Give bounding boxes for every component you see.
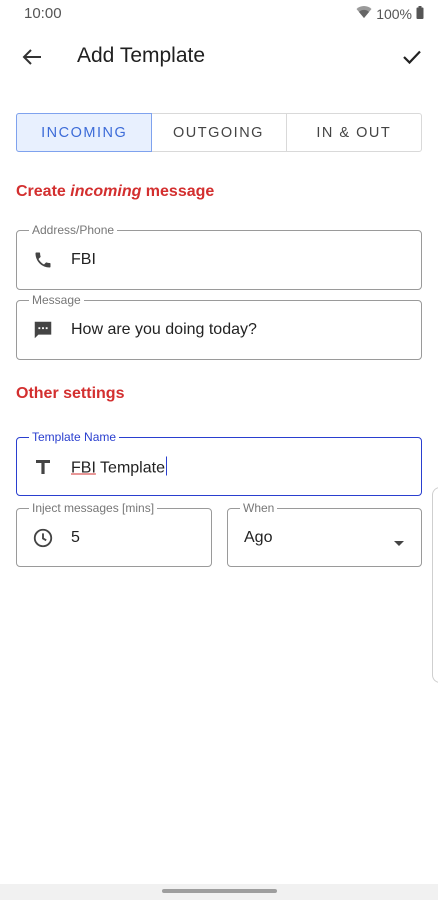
message-label: Message bbox=[29, 293, 84, 307]
address-phone-label: Address/Phone bbox=[29, 223, 118, 237]
battery-icon bbox=[416, 5, 424, 22]
battery-percent: 100% bbox=[376, 5, 412, 22]
dropdown-arrow-icon bbox=[393, 534, 405, 552]
inject-minutes-label: Inject messages [mins] bbox=[29, 501, 158, 515]
address-phone-field[interactable]: Address/Phone FBI bbox=[16, 223, 422, 290]
message-value: How are you doing today? bbox=[71, 321, 257, 338]
address-phone-value: FBI bbox=[71, 251, 96, 268]
inject-minutes-field[interactable]: Inject messages [mins] 5 bbox=[16, 501, 212, 567]
edge-panel-handle[interactable] bbox=[432, 487, 438, 683]
home-gesture-handle[interactable] bbox=[162, 889, 277, 893]
text-caret bbox=[165, 456, 168, 475]
template-name-field[interactable]: Template Name FBI Template bbox=[16, 430, 422, 496]
when-dropdown[interactable]: When Ago bbox=[227, 501, 422, 567]
status-bar: 10:00 100% bbox=[0, 0, 438, 28]
status-time: 10:00 bbox=[24, 5, 62, 22]
message-icon bbox=[31, 318, 55, 342]
tab-incoming[interactable]: INCOMING bbox=[16, 113, 153, 152]
template-name-value: FBI Template bbox=[71, 456, 168, 477]
phone-icon bbox=[31, 248, 55, 272]
tab-outgoing[interactable]: OUTGOING bbox=[151, 114, 287, 151]
back-arrow-icon[interactable] bbox=[18, 44, 46, 70]
confirm-check-icon[interactable] bbox=[398, 44, 426, 70]
inject-minutes-value: 5 bbox=[71, 528, 80, 546]
when-value: Ago bbox=[244, 528, 273, 546]
direction-tabs: INCOMING OUTGOING IN & OUT bbox=[16, 113, 422, 152]
section-create-message: Create incoming message bbox=[16, 183, 215, 200]
wifi-icon bbox=[356, 5, 372, 22]
text-t-icon bbox=[31, 455, 55, 479]
tab-in-and-out[interactable]: IN & OUT bbox=[287, 114, 421, 151]
template-name-label: Template Name bbox=[29, 430, 120, 444]
message-field[interactable]: Message How are you doing today? bbox=[16, 293, 422, 360]
page-title: Add Template bbox=[77, 44, 206, 67]
status-right: 100% bbox=[356, 5, 424, 22]
section-other-settings: Other settings bbox=[16, 385, 125, 402]
template-name-misspelled: FBI bbox=[71, 459, 96, 476]
when-label: When bbox=[240, 501, 278, 515]
clock-icon bbox=[31, 526, 55, 550]
